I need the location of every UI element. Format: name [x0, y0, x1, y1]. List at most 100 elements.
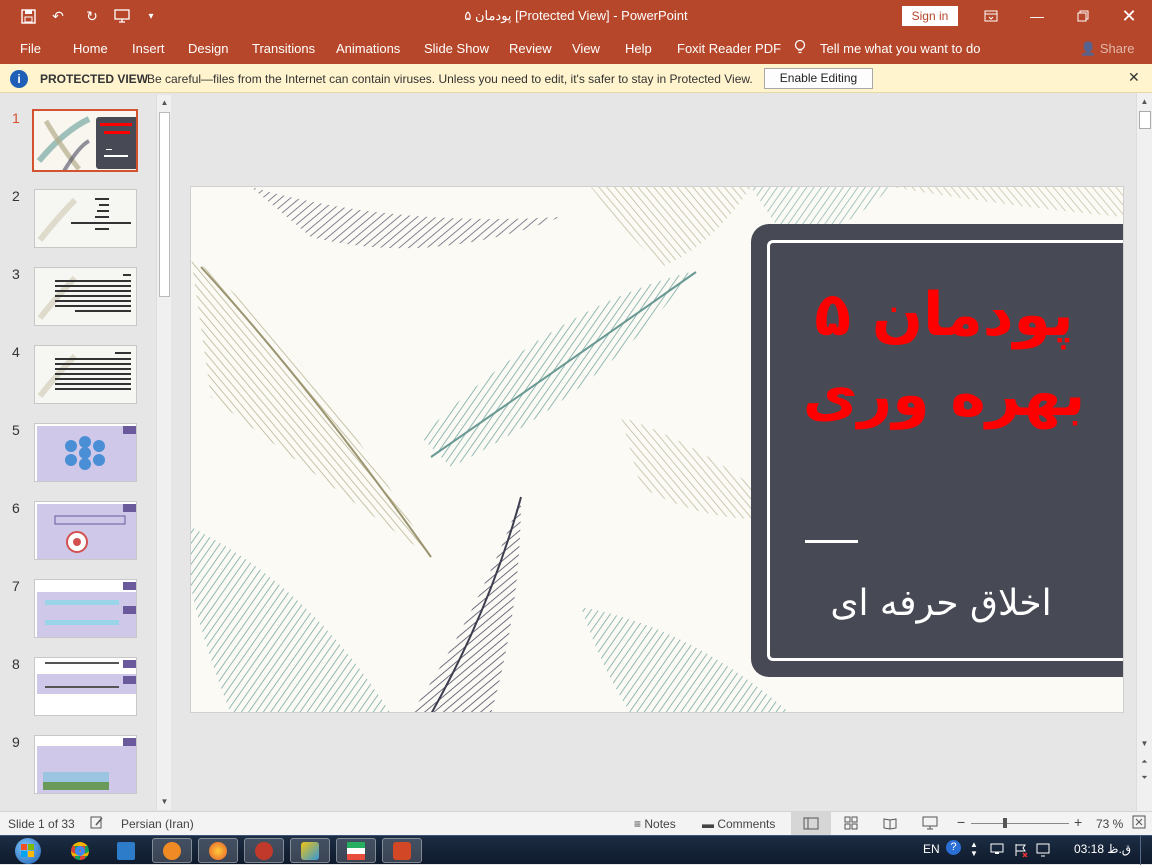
- thumbnail-slide-8[interactable]: [34, 657, 137, 716]
- tab-insert[interactable]: Insert: [132, 41, 165, 56]
- tell-me-search[interactable]: Tell me what you want to do: [820, 41, 980, 56]
- tab-animations[interactable]: Animations: [336, 41, 400, 56]
- title-bar: ↶ ↻ ▾ پودمان ۵ [Protected View] - PowerP…: [0, 0, 1152, 32]
- protected-view-bar: i PROTECTED VIEW Be careful—files from t…: [0, 64, 1152, 93]
- next-slide-icon[interactable]: ⏷: [1137, 771, 1152, 785]
- tab-file[interactable]: File: [20, 41, 41, 56]
- zoom-out-button[interactable]: −: [957, 814, 965, 830]
- previous-slide-icon[interactable]: ⏶: [1137, 755, 1152, 769]
- zoom-slider[interactable]: [971, 818, 1069, 828]
- close-bar-icon[interactable]: ✕: [1128, 69, 1140, 86]
- thumbnail-slide-4[interactable]: [34, 345, 137, 404]
- chrome-icon[interactable]: [60, 838, 100, 863]
- network-icon[interactable]: [990, 843, 1004, 858]
- start-button[interactable]: [2, 837, 54, 864]
- restore-icon[interactable]: [1060, 0, 1106, 32]
- flag-app-icon[interactable]: [336, 838, 376, 863]
- show-desktop-button[interactable]: [1140, 836, 1152, 865]
- thumbnail-slide-2[interactable]: [34, 189, 137, 248]
- monitor-icon[interactable]: [1036, 843, 1050, 860]
- firefox-icon[interactable]: [198, 838, 238, 863]
- input-language[interactable]: EN: [923, 842, 940, 856]
- powerpoint-icon[interactable]: [382, 838, 422, 863]
- language-indicator[interactable]: Persian (Iran): [121, 817, 194, 831]
- thumbnail-slide-5[interactable]: [34, 423, 137, 482]
- scrollbar-thumb[interactable]: [159, 112, 170, 297]
- thumbnail-scrollbar[interactable]: ▲ ▼: [156, 95, 171, 810]
- thumbnail-slide-1[interactable]: [32, 109, 138, 172]
- ribbon-tabs: File Home Insert Design Transitions Anim…: [0, 32, 1152, 64]
- scroll-up-icon[interactable]: ▲: [1137, 95, 1152, 109]
- reading-view-icon[interactable]: [883, 816, 897, 833]
- notes-button[interactable]: ≡ Notes: [634, 817, 676, 831]
- zoom-level[interactable]: 73 %: [1096, 817, 1123, 831]
- slide-thumbnail-pane: 1 2 3 4 5 6 7 8 9: [0, 93, 173, 811]
- file-manager-icon[interactable]: [106, 838, 146, 863]
- slide-title-line2: بهره وری: [802, 360, 1086, 430]
- thumbnail-slide-3[interactable]: [34, 267, 137, 326]
- browser-e-icon[interactable]: [152, 838, 192, 863]
- thumb-number-8: 8: [12, 656, 20, 672]
- fit-slide-icon[interactable]: [1132, 815, 1146, 832]
- lightbulb-icon: [794, 39, 806, 59]
- comments-button[interactable]: ▬ Comments: [702, 817, 775, 831]
- zoom-slider-handle[interactable]: [1003, 818, 1007, 828]
- status-bar: Slide 1 of 33 Persian (Iran) ≡ Notes ▬ C…: [0, 811, 1152, 835]
- tab-foxit[interactable]: Foxit Reader PDF: [677, 41, 781, 56]
- slide-counter: Slide 1 of 33: [8, 817, 75, 831]
- paint-icon[interactable]: [290, 838, 330, 863]
- thumbnail-slide-9[interactable]: [34, 735, 137, 794]
- slideshow-icon[interactable]: [922, 816, 938, 833]
- tab-help[interactable]: Help: [625, 41, 652, 56]
- shield-info-icon: i: [10, 70, 28, 88]
- share-button[interactable]: 👤 Share: [1080, 41, 1135, 57]
- tray-expand-icon[interactable]: ▲ ▼: [970, 840, 978, 858]
- normal-view-button[interactable]: [791, 812, 831, 835]
- thumb-number-4: 4: [12, 344, 20, 360]
- tab-slide-show[interactable]: Slide Show: [424, 41, 489, 56]
- scroll-down-icon[interactable]: ▼: [1137, 737, 1152, 751]
- tab-design[interactable]: Design: [188, 41, 228, 56]
- tab-home[interactable]: Home: [73, 41, 108, 56]
- slide-sorter-icon[interactable]: [844, 816, 858, 833]
- close-icon[interactable]: ✕: [1106, 0, 1152, 32]
- protected-view-label: PROTECTED VIEW: [40, 72, 149, 86]
- scroll-up-icon[interactable]: ▲: [157, 96, 172, 110]
- thumb-number-6: 6: [12, 500, 20, 516]
- thumb-number-5: 5: [12, 422, 20, 438]
- notes-icon: ≡: [634, 817, 642, 831]
- thumb-number-2: 2: [12, 188, 20, 204]
- ribbon-display-icon[interactable]: [968, 0, 1014, 32]
- scrollbar-thumb[interactable]: [1139, 111, 1151, 129]
- thumbnail-slide-7[interactable]: [34, 579, 137, 638]
- zoom-in-button[interactable]: +: [1074, 814, 1082, 830]
- sign-in-button[interactable]: Sign in: [902, 6, 958, 26]
- windows-taskbar: EN ? ▲ ▼ 03:18 ق.ظ: [0, 835, 1152, 865]
- slide-subtitle[interactable]: اخلاق حرفه ای: [791, 583, 1091, 624]
- slide-canvas[interactable]: پودمان ۵ بهره وری اخلاق حرفه ای: [190, 186, 1124, 713]
- thumb-number-1: 1: [12, 110, 20, 126]
- person-icon: 👤: [1080, 41, 1097, 56]
- slide-scrollbar[interactable]: ▲ ▼ ⏶ ⏷: [1136, 93, 1152, 811]
- flag-muted-icon[interactable]: [1014, 843, 1028, 860]
- thumbnail-slide-6[interactable]: [34, 501, 137, 560]
- slide-title-line1: پودمان ۵: [814, 280, 1074, 350]
- scroll-down-icon[interactable]: ▼: [157, 795, 172, 809]
- slide-title[interactable]: پودمان ۵ بهره وری: [771, 275, 1117, 435]
- tab-transitions[interactable]: Transitions: [252, 41, 315, 56]
- tab-review[interactable]: Review: [509, 41, 552, 56]
- spelling-icon[interactable]: [90, 816, 104, 832]
- share-label: Share: [1099, 41, 1135, 56]
- help-icon[interactable]: ?: [946, 840, 961, 855]
- thumb-number-3: 3: [12, 266, 20, 282]
- app-icon-red[interactable]: [244, 838, 284, 863]
- protected-view-message: Be careful—files from the Internet can c…: [147, 72, 753, 86]
- minimize-icon[interactable]: —: [1014, 0, 1060, 32]
- notes-label: Notes: [644, 817, 676, 831]
- clock[interactable]: 03:18 ق.ظ: [1074, 842, 1131, 856]
- tab-view[interactable]: View: [572, 41, 600, 56]
- thumb-number-9: 9: [12, 734, 20, 750]
- enable-editing-button[interactable]: Enable Editing: [764, 68, 873, 89]
- comments-label: Comments: [717, 817, 776, 831]
- title-divider: [805, 540, 858, 543]
